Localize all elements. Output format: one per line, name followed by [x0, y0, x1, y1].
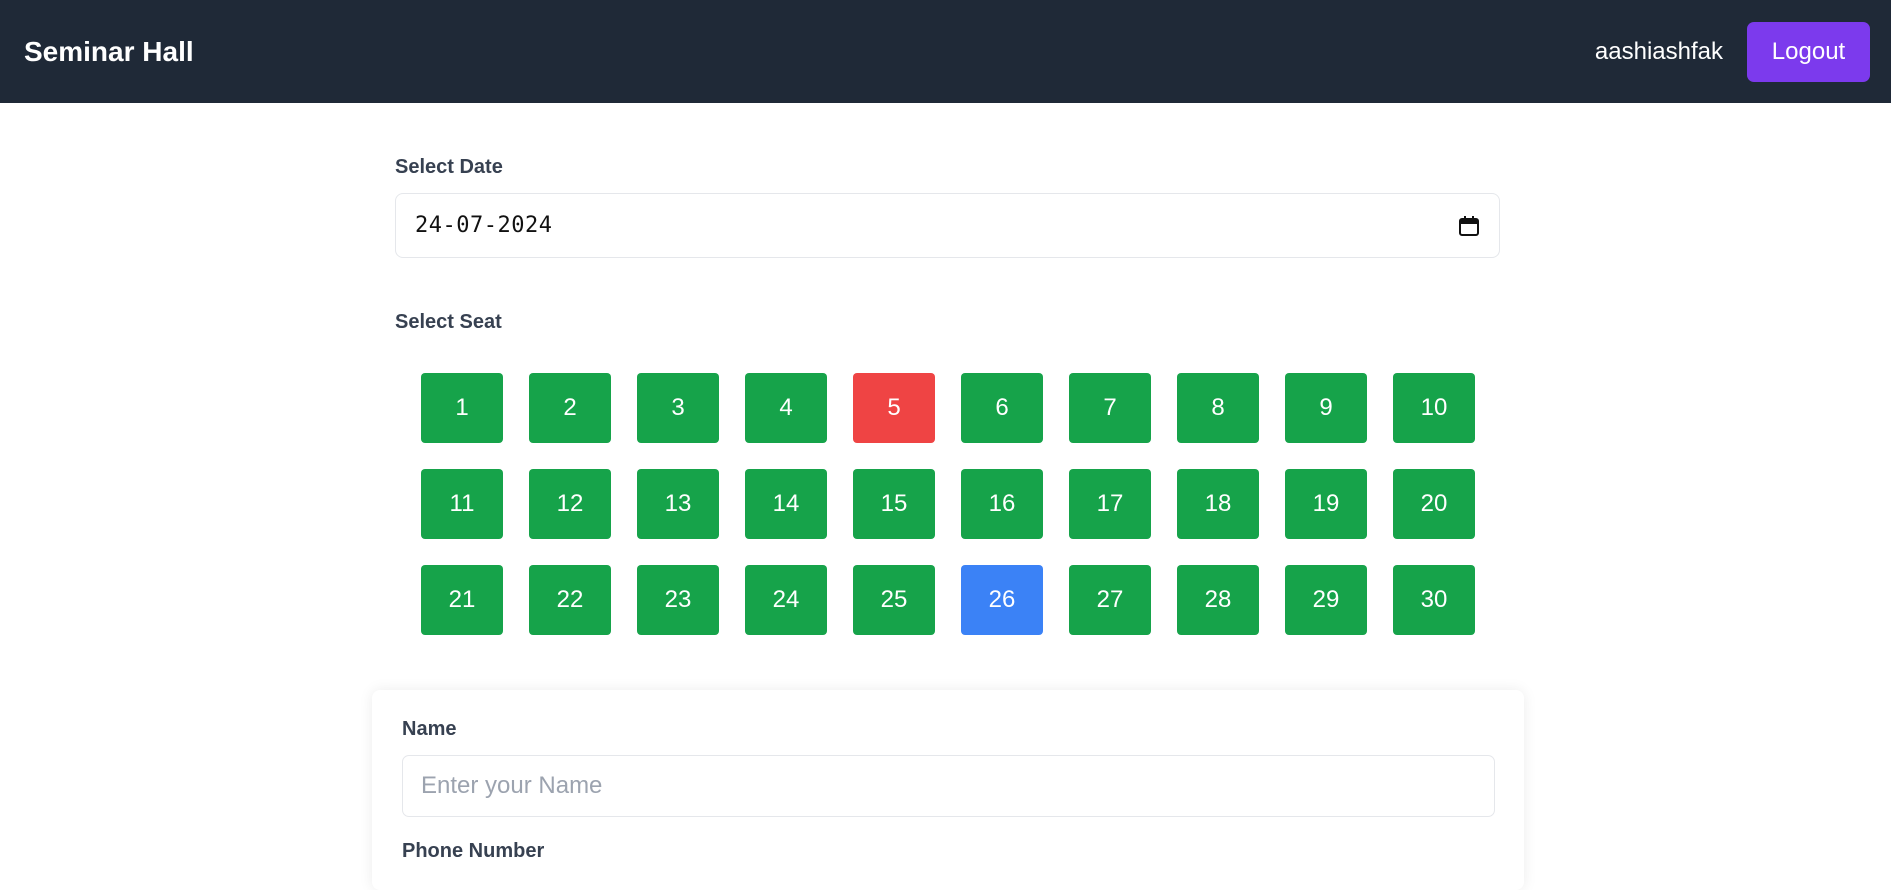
- app-title: Seminar Hall: [24, 35, 194, 67]
- seat-20-button[interactable]: 20: [1393, 469, 1475, 539]
- seat-28-button[interactable]: 28: [1177, 565, 1259, 635]
- seat-grid: 1 2 3 4 5 6 7 8 9 10 11 12 13 14 15 16 17 18 19 20 21 22 23 24 2…: [421, 373, 1475, 635]
- top-navbar: Seminar Hall aashiashfak Logout: [0, 0, 1891, 103]
- seat-18-button[interactable]: 18: [1177, 469, 1259, 539]
- seat-11-button[interactable]: 11: [421, 469, 503, 539]
- seat-4-button[interactable]: 4: [745, 373, 827, 443]
- seat-23-button[interactable]: 23: [637, 565, 719, 635]
- date-value[interactable]: 24-07-2024: [415, 213, 552, 238]
- seat-10-button[interactable]: 10: [1393, 373, 1475, 443]
- calendar-icon[interactable]: [1458, 215, 1480, 237]
- seat-15-button[interactable]: 15: [853, 469, 935, 539]
- seat-8-button[interactable]: 8: [1177, 373, 1259, 443]
- date-label: Select Date: [395, 156, 503, 178]
- seat-14-button[interactable]: 14: [745, 469, 827, 539]
- seat-25-button[interactable]: 25: [853, 565, 935, 635]
- seat-12-button[interactable]: 12: [529, 469, 611, 539]
- name-input[interactable]: [402, 755, 1495, 817]
- seat-16-button[interactable]: 16: [961, 469, 1043, 539]
- seat-27-button[interactable]: 27: [1069, 565, 1151, 635]
- user-area: aashiashfak Logout: [1594, 21, 1870, 82]
- date-input[interactable]: 24-07-2024: [395, 193, 1500, 258]
- seat-19-button[interactable]: 19: [1285, 469, 1367, 539]
- seat-1-button[interactable]: 1: [421, 373, 503, 443]
- seat-26-button[interactable]: 26: [961, 565, 1043, 635]
- seat-17-button[interactable]: 17: [1069, 469, 1151, 539]
- seat-30-button[interactable]: 30: [1393, 565, 1475, 635]
- seat-5-button[interactable]: 5: [853, 373, 935, 443]
- name-label: Name: [402, 718, 457, 740]
- booking-form: Name Phone Number: [372, 690, 1524, 890]
- seat-7-button[interactable]: 7: [1069, 373, 1151, 443]
- logout-button[interactable]: Logout: [1747, 21, 1870, 82]
- seat-3-button[interactable]: 3: [637, 373, 719, 443]
- phone-label: Phone Number: [402, 840, 545, 862]
- seat-9-button[interactable]: 9: [1285, 373, 1367, 443]
- seat-label: Select Seat: [395, 311, 502, 333]
- seat-2-button[interactable]: 2: [529, 373, 611, 443]
- seat-13-button[interactable]: 13: [637, 469, 719, 539]
- seat-29-button[interactable]: 29: [1285, 565, 1367, 635]
- seat-21-button[interactable]: 21: [421, 565, 503, 635]
- seat-6-button[interactable]: 6: [961, 373, 1043, 443]
- username-label: aashiashfak: [1594, 37, 1723, 65]
- seat-24-button[interactable]: 24: [745, 565, 827, 635]
- seat-22-button[interactable]: 22: [529, 565, 611, 635]
